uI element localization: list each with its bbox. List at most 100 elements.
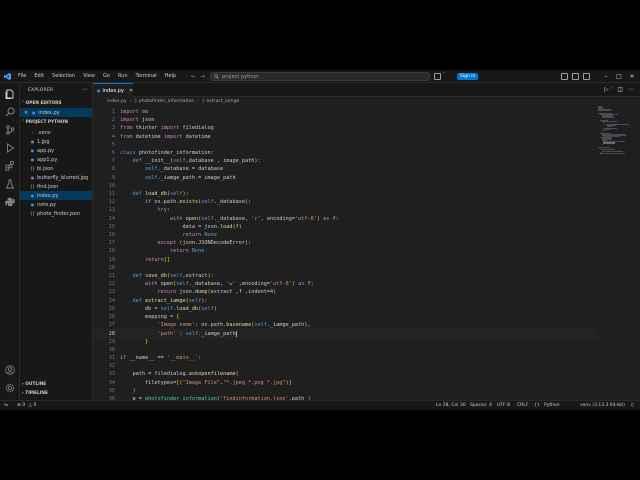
code-line[interactable]: 8 self._database = database [93,165,598,173]
chevron-down-icon[interactable]: ˅ [443,72,446,78]
breadcrumb-class[interactable]: photofinder_information [139,99,195,104]
code-line[interactable]: 6 class photofinder_information: [93,149,598,157]
run-debug-icon[interactable] [5,143,15,153]
code-line[interactable]: 21 def save_db(self,extract): [93,272,598,280]
code-line[interactable]: 27 'Image name': os.path.basename(self._… [93,321,598,329]
indentation[interactable]: Spaces: 4 [470,401,492,410]
testing-icon[interactable] [5,179,15,189]
python-icon[interactable] [5,197,15,207]
source-control-icon[interactable] [5,125,15,135]
project-folder-header[interactable]: ˅ PROJECT PYTHON [22,120,68,125]
file-item[interactable]: ● app.py [20,146,92,155]
remote-indicator-icon[interactable]: ⇋ [0,401,12,410]
cursor-position[interactable]: Ln 28, Col 30 [436,401,466,410]
code-line[interactable]: 15 data = json.load(f) [93,223,598,231]
code-line[interactable]: 14 with open(self._database, 'r', encodi… [93,215,598,223]
copilot-icon[interactable] [434,73,441,80]
close-window-button[interactable]: ✕ [624,70,640,83]
code-line[interactable]: 28 'path' : self._iamge_path [93,329,598,338]
toggle-panel-icon[interactable] [572,73,579,80]
python-interpreter[interactable]: venv (3.13.3 64-bit) [580,401,625,410]
back-arrow-icon[interactable]: ← [191,73,196,80]
encoding[interactable]: UTF-8 [497,401,510,410]
extensions-icon[interactable] [5,160,15,172]
code-line[interactable]: 2 import json [93,116,598,124]
tab-index-py[interactable]: ● index.py ✕ [93,83,133,97]
code-line[interactable]: 16 return None [93,231,598,239]
menu-view[interactable]: View [79,70,99,83]
menu-selection[interactable]: Selection [48,70,79,83]
split-editor-icon[interactable]: ◫ [617,86,623,93]
breadcrumb-method[interactable]: extract_iamge [206,99,239,104]
language-mode[interactable]: Python [544,401,560,410]
code-line[interactable]: 10 [93,182,598,190]
sign-in-button[interactable]: Sign in [457,73,479,80]
code-line[interactable]: 5 [93,141,598,149]
menu-run[interactable]: Run [114,70,132,83]
code-line[interactable]: 24 def extract_iamge(self): [93,297,598,305]
code-line[interactable]: 18 return None [93,247,598,255]
file-item[interactable]: ● index.py [20,191,92,200]
more-actions-icon[interactable]: ⋯ [628,86,634,93]
code-line[interactable]: 9 self._iamge_path = image_path [93,174,598,182]
toggle-secondary-sidebar-icon[interactable] [583,73,590,80]
notifications-icon[interactable]: ♫ [630,401,634,410]
menu-edit[interactable]: Edit [30,70,48,83]
close-icon[interactable]: ✕ [129,88,133,94]
menu-terminal[interactable]: Terminal [132,70,161,83]
code-line[interactable]: 34 filetypes=[("Image File","*.jpeg *.pn… [93,379,598,387]
file-item[interactable]: {} find.json [20,182,92,191]
code-line[interactable]: 33 path = filedialog.askopenfilename( [93,370,598,378]
outline-header[interactable]: › OUTLINE [22,382,46,387]
code-line[interactable]: 23 return json.dump(extract ,f ,indent=4… [93,288,598,296]
file-item[interactable]: ▣ butterfly_blurred.jpg [20,173,92,182]
code-line[interactable]: 7 def __init__(self,database , image_pat… [93,157,598,165]
code-line[interactable]: 12 if os.path.exists(self._database): [93,198,598,206]
file-item[interactable]: › .venv [20,128,92,137]
code-line[interactable]: 25 db = self.load_db(self) [93,305,598,313]
menu-go[interactable]: Go [99,70,114,83]
code-line[interactable]: 1 import os [93,108,598,116]
code-line[interactable]: 4 from datetime import datetime [93,133,598,141]
braces-icon[interactable]: {} [534,401,540,410]
code-editor[interactable]: 1 import os 2 import json 3 from tkinter impo… [93,108,598,410]
code-line[interactable]: 11 def load_db(self): [93,190,598,198]
file-item[interactable]: {} bi.json [20,164,92,173]
forward-arrow-icon[interactable]: → [200,73,205,80]
file-item[interactable]: ▣ 1.jpg [20,137,92,146]
gear-icon[interactable] [5,383,15,393]
timeline-header[interactable]: › TIMELINE [22,391,48,396]
code-line[interactable]: 22 with open(self._database, 'w' ,encodi… [93,280,598,288]
file-item[interactable]: ● note.py [20,200,92,209]
breadcrumb-file[interactable]: index.py [107,99,127,104]
code-line[interactable]: 13 try: [93,206,598,214]
minimap[interactable] [598,106,634,156]
open-editor-item[interactable]: ✕ ● index.py [20,108,92,117]
code-line[interactable]: 19 return[] [93,256,598,264]
menu-help[interactable]: Help [161,70,180,83]
vertical-scrollbar[interactable] [634,106,640,400]
open-editors-header[interactable]: ˅ OPEN EDITORS [22,101,62,106]
search-view-icon[interactable] [5,107,15,117]
code-line[interactable]: 31 if __name__ == '__main__': [93,354,598,362]
run-python-file-icon[interactable]: ▷ [604,86,609,93]
line-ending[interactable]: CRLF [517,401,528,410]
file-item[interactable]: {} photo_finder.json [20,209,92,218]
command-center-search[interactable]: project python [210,72,430,81]
code-line[interactable]: 26 mapping = { [93,313,598,321]
more-actions-icon[interactable]: ⋯ [82,86,88,93]
code-line[interactable]: 29 } [93,338,598,346]
file-item[interactable]: ● app1.py [20,155,92,164]
code-line[interactable]: 35 ) [93,387,598,395]
explorer-icon[interactable] [5,89,15,100]
account-icon[interactable] [5,365,15,375]
code-line[interactable]: 3 from tkinter import filedialog [93,124,598,132]
problems-indicator[interactable]: ⊗ 0 △ 0 [17,401,36,410]
menu-file[interactable]: File [14,70,30,83]
code-line[interactable]: 30 [93,346,598,354]
code-line[interactable]: 20 [93,264,598,272]
close-icon[interactable]: ✕ [24,110,28,116]
toggle-primary-sidebar-icon[interactable] [561,73,568,80]
chevron-down-icon[interactable]: ˅ [610,87,612,92]
code-line[interactable]: 32 [93,362,598,370]
